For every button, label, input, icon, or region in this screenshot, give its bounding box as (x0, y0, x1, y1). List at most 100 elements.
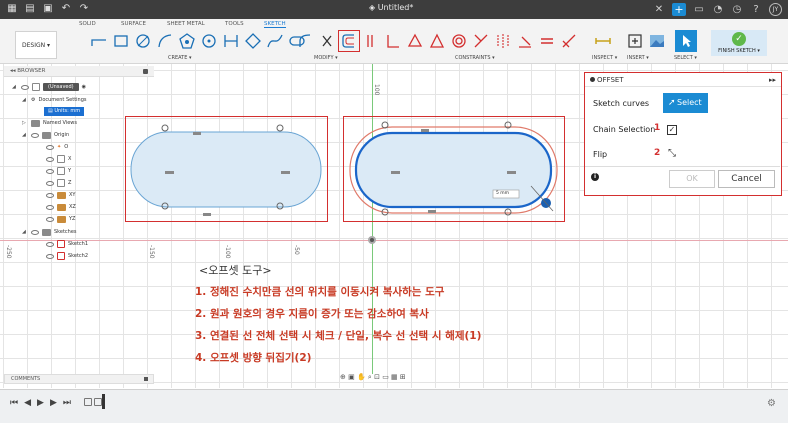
info-icon[interactable]: i (591, 173, 599, 181)
orbit-icon[interactable]: ⊕ (340, 373, 346, 381)
trim-tool-icon[interactable] (316, 30, 338, 52)
symmetry-icon[interactable] (492, 30, 514, 52)
visibility-icon[interactable] (46, 204, 54, 210)
viewports-icon[interactable]: ⊞ (400, 373, 406, 381)
pin-icon[interactable] (143, 69, 148, 74)
tree-units[interactable]: ▤ Units: mm (44, 106, 85, 116)
extensions-icon[interactable]: ◔ (712, 4, 724, 16)
expand-icon[interactable]: ◢ (22, 132, 28, 138)
step-back-icon[interactable]: ◀ (24, 398, 31, 408)
visibility-icon[interactable] (31, 132, 39, 138)
visibility-icon[interactable] (46, 180, 54, 186)
help-icon[interactable]: ? (750, 4, 762, 16)
tree-origin[interactable]: ◢ Origin (22, 130, 69, 140)
offset-distance-input[interactable]: 5 mm (496, 191, 509, 196)
triangle-constraint-icon[interactable] (426, 30, 448, 52)
line-tool-icon[interactable] (88, 30, 110, 52)
tree-doc-settings[interactable]: ◢ ⚙ Document Settings (22, 95, 87, 105)
diamond-tool-icon[interactable] (242, 30, 264, 52)
spline-tool-icon[interactable] (264, 30, 286, 52)
gear-icon[interactable]: ⚙ (767, 398, 776, 409)
expand-icon[interactable]: ◢ (22, 97, 28, 103)
avatar[interactable]: JY (769, 3, 782, 16)
timeline-item-sketch2[interactable] (94, 398, 102, 406)
undo-icon[interactable]: ↶ (60, 3, 72, 15)
insert-group-label[interactable]: INSERT ▾ (627, 55, 649, 61)
finish-sketch-button[interactable]: ✓ FINISH SKETCH ▾ (711, 30, 767, 56)
tree-axis-x[interactable]: X (46, 154, 71, 164)
tree-axis-z[interactable]: Z (46, 178, 71, 188)
slot-tool-icon[interactable] (220, 30, 242, 52)
select-arrow-icon[interactable] (675, 30, 697, 52)
timeline-item-sketch1[interactable] (84, 398, 92, 406)
visibility-icon[interactable] (31, 229, 39, 235)
tree-sketches[interactable]: ◢ Sketches (22, 227, 77, 237)
tree-origin-o[interactable]: ✦ O (46, 142, 68, 152)
units-badge[interactable]: ▤ Units: mm (44, 106, 85, 116)
redo-icon[interactable]: ↷ (78, 3, 90, 15)
equal-icon[interactable] (536, 30, 558, 52)
tree-plane-xz[interactable]: XZ (46, 202, 76, 212)
expand-dialog-icon[interactable]: ▸▸ (769, 73, 776, 87)
pan-icon[interactable]: ✋ (357, 373, 366, 381)
new-tab-button[interactable]: + (672, 3, 686, 16)
ok-button[interactable]: OK (669, 170, 715, 188)
rectangle-tool-icon[interactable] (110, 30, 132, 52)
close-tab-icon[interactable]: ✕ (653, 4, 665, 16)
slot-sketch-before[interactable] (125, 116, 328, 222)
polygon-tool-icon[interactable] (176, 30, 198, 52)
arc-tool-icon[interactable] (154, 30, 176, 52)
tab-sheet-metal[interactable]: SHEET METAL (167, 21, 205, 27)
visibility-icon[interactable] (46, 216, 54, 222)
expand-icon[interactable]: ▷ (22, 120, 28, 126)
visibility-icon[interactable] (46, 168, 54, 174)
tree-plane-yz[interactable]: YZ (46, 214, 75, 224)
tab-tools[interactable]: TOOLS (225, 21, 244, 27)
tree-sketch2[interactable]: Sketch2 (46, 251, 88, 261)
fit-icon[interactable]: ⊡ (374, 373, 380, 381)
concentric-icon[interactable] (448, 30, 470, 52)
chain-selection-checkbox[interactable]: ✓ (667, 125, 677, 135)
circle-tool-icon[interactable] (132, 30, 154, 52)
visibility-icon[interactable] (21, 84, 29, 90)
tangent-icon[interactable] (404, 30, 426, 52)
visibility-icon[interactable] (46, 156, 54, 162)
collinear-icon[interactable] (382, 30, 404, 52)
insert-image-icon[interactable] (646, 30, 668, 52)
tree-sketch1[interactable]: Sketch1 (46, 239, 88, 249)
look-at-icon[interactable]: ▣ (348, 373, 355, 381)
midpoint-icon[interactable] (470, 30, 492, 52)
expand-icon[interactable]: ◢ (22, 229, 28, 235)
perpendicular-icon[interactable] (514, 30, 536, 52)
zoom-icon[interactable]: ⌕ (368, 373, 372, 381)
grid-settings-icon[interactable]: ▦ (391, 373, 398, 381)
tab-sketch[interactable]: SKETCH (264, 21, 286, 28)
modify-group-label[interactable]: MODIFY ▾ (314, 55, 338, 61)
select-curves-button[interactable]: ➚ Select (663, 93, 708, 113)
expand-icon[interactable]: ◢ (12, 84, 18, 90)
visibility-icon[interactable] (46, 241, 54, 247)
play-icon[interactable]: ▶ (37, 398, 44, 408)
go-to-end-icon[interactable]: ⏭ (63, 398, 71, 408)
tree-plane-xy[interactable]: XY (46, 190, 75, 200)
step-forward-icon[interactable]: ▶ (50, 398, 57, 408)
create-group-label[interactable]: CREATE ▾ (168, 55, 191, 61)
select-group-label[interactable]: SELECT ▾ (674, 55, 697, 61)
visibility-icon[interactable] (46, 144, 54, 150)
pin-icon[interactable] (144, 377, 148, 381)
offset-tool-icon[interactable] (338, 30, 360, 52)
tab-surface[interactable]: SURFACE (121, 21, 146, 27)
app-grid-icon[interactable]: ▦ (6, 3, 18, 15)
notifications-icon[interactable]: ◷ (731, 4, 743, 16)
file-menu-icon[interactable]: ▤ (24, 3, 36, 15)
tree-root[interactable]: ◢ (Unsaved) ◉ (12, 82, 86, 92)
insert-derive-icon[interactable] (624, 30, 646, 52)
timeline-marker[interactable] (102, 394, 105, 409)
ellipse-tool-icon[interactable] (198, 30, 220, 52)
flip-direction-icon[interactable]: ⤡ (668, 148, 676, 159)
slot-sketch-offset[interactable] (343, 116, 565, 222)
chat-icon[interactable]: ▭ (693, 4, 705, 16)
tree-axis-y[interactable]: Y (46, 166, 71, 176)
comments-panel[interactable]: COMMENTS (4, 374, 154, 384)
measure-icon[interactable] (592, 30, 614, 52)
